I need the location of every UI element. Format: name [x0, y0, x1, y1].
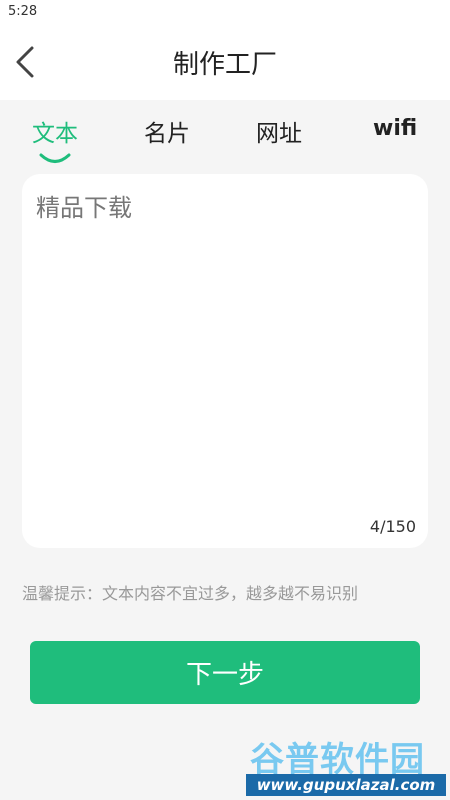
tab-business-card-label: 名片 — [144, 121, 190, 147]
active-tab-indicator-icon — [39, 153, 71, 163]
next-step-button-label: 下一步 — [185, 660, 264, 690]
page-title: 制作工厂 — [172, 50, 277, 80]
tip-text: 温馨提示：文本内容不宜过多，越多越不易识别 — [22, 584, 359, 603]
tab-bar: 文本 名片 网址 wifi — [0, 100, 450, 166]
status-bar: 5:28 — [0, 0, 450, 26]
tab-wifi-label: wifi — [373, 116, 418, 141]
title-bar: 制作工厂 — [0, 26, 450, 100]
character-counter: 4/150 — [369, 517, 416, 536]
tab-text[interactable]: 文本 — [32, 114, 78, 163]
tab-text-label: 文本 — [32, 121, 78, 147]
status-time: 5:28 — [8, 4, 38, 19]
watermark-url: www.gupuxlazal.com — [246, 774, 446, 796]
tab-wifi[interactable]: wifi — [373, 116, 417, 141]
text-input-area[interactable]: 精品下载 4/150 — [22, 174, 428, 548]
next-step-button[interactable]: 下一步 — [30, 641, 420, 704]
watermark-logo: 谷普软件园 www.gupuxlazal.com — [244, 728, 450, 800]
tab-url-label: 网址 — [256, 121, 302, 147]
tab-business-card[interactable]: 名片 — [144, 114, 190, 148]
tab-url[interactable]: 网址 — [256, 114, 302, 148]
text-input-value[interactable]: 精品下载 — [36, 188, 132, 223]
